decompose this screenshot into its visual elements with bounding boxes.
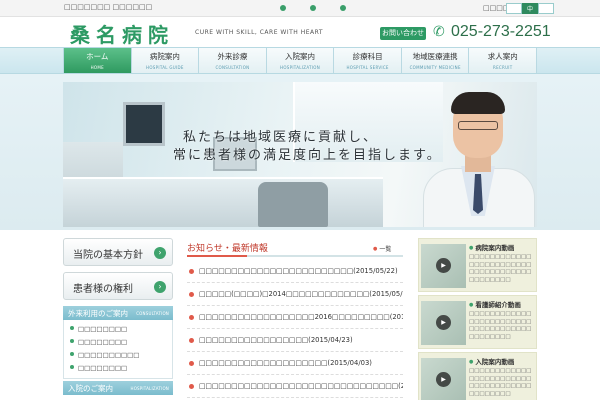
- play-icon[interactable]: ▶: [436, 372, 451, 387]
- hero-desk: [63, 177, 383, 227]
- hero-image: 私たちは地域医療に貢献し、 常に患者様の満足度向上を目指します。: [63, 82, 537, 227]
- nav-sublabel: HOME: [90, 65, 104, 70]
- news-list: □□□□□□□□□□□□□□□□□□□□□□□□(2015/05/22) □□□…: [187, 260, 403, 398]
- font-size-switcher: 中: [506, 3, 554, 14]
- pill-label: 当院の基本方針: [73, 250, 143, 261]
- news-item[interactable]: □□□□□□□□□□□□□□□□□□□□□□□□(2015/05/22): [187, 260, 403, 283]
- section-title: 入院のご案内: [68, 384, 113, 393]
- video-title: 病院案内動画: [469, 242, 514, 252]
- nav-item-community-medicine[interactable]: 地域医療連携 COMMUNITY MEDICINE: [401, 48, 470, 73]
- nav-sublabel: RECRUIT: [492, 65, 513, 70]
- phone-number: 025-273-2251: [451, 23, 551, 40]
- news-list-link[interactable]: 一覧: [373, 244, 391, 253]
- nav-label: 病院案内: [149, 52, 180, 61]
- doctor-glasses: [458, 121, 498, 130]
- nav-label: ホーム: [86, 52, 109, 61]
- doctor-photo: [415, 88, 537, 227]
- news-item[interactable]: □□□□□□□□□□□□□□□□□□□□□□□□□□□□□□□(2015/04/…: [187, 375, 403, 398]
- left-sidebar: 当院の基本方針 › 患者様の権利 › 外来利用のご案内 CONSULTATION…: [63, 238, 173, 395]
- video-sidebar: ▶ 病院案内動画 □□□□□□□□□□□□□□□□□□□□□□□□□□□□□□□…: [418, 238, 537, 400]
- video-card-nurse-intro[interactable]: ▶ 看護師紹介動画 □□□□□□□□□□□□□□□□□□□□□□□□□□□□□□…: [418, 295, 537, 349]
- arrow-right-icon: ›: [154, 281, 166, 293]
- nav-item-recruit[interactable]: 求人案内 RECRUIT: [469, 48, 538, 73]
- topbar-dot-3[interactable]: [340, 5, 346, 11]
- hero-band: 私たちは地域医療に貢献し、 常に患者様の満足度向上を目指します。: [0, 74, 600, 230]
- play-icon[interactable]: ▶: [436, 258, 451, 273]
- nav-item-hospitalization[interactable]: 入院案内 HOSPITALIZATION: [266, 48, 335, 73]
- main-nav: ホーム HOME 病院案内 HOSPITAL GUIDE 外来診療 CONSULTAT…: [63, 48, 538, 73]
- patient-rights-button[interactable]: 患者様の権利 ›: [63, 272, 173, 300]
- font-size-large-button[interactable]: [538, 3, 554, 14]
- news-divider: [187, 255, 403, 257]
- hero-message: 私たちは地域医療に貢献し、 常に患者様の満足度向上を目指します。: [173, 129, 442, 165]
- topbar-dot-1[interactable]: [280, 5, 286, 11]
- list-item[interactable]: □□□□□□□□: [70, 362, 172, 375]
- hero-line-2: 常に患者様の満足度向上を目指します。: [173, 148, 442, 163]
- outpatient-guide-heading: 外来利用のご案内 CONSULTATION: [63, 306, 173, 320]
- site-logo[interactable]: 桑名病院: [70, 19, 174, 48]
- video-title: 入院案内動画: [469, 356, 514, 366]
- list-item[interactable]: □□□□□□□□: [70, 323, 172, 336]
- nav-sublabel: CONSULTATION: [215, 65, 250, 70]
- nav-item-hospital-guide[interactable]: 病院案内 HOSPITAL GUIDE: [131, 48, 200, 73]
- doctor-hair: [451, 92, 505, 114]
- topbar-text: □□□□□□□ □□□□□□: [64, 3, 153, 11]
- play-icon[interactable]: ▶: [436, 315, 451, 330]
- hero-monitor: [123, 102, 165, 146]
- list-item[interactable]: □□□□□□□□□□: [70, 349, 172, 362]
- news-title: お知らせ・最新情報: [187, 244, 268, 254]
- font-size-medium-button[interactable]: 中: [522, 3, 538, 14]
- nav-label: 外来診療: [217, 52, 248, 61]
- nav-sublabel: COMMUNITY MEDICINE: [409, 65, 461, 70]
- basic-policy-button[interactable]: 当院の基本方針 ›: [63, 238, 173, 266]
- list-item[interactable]: □□□□□□□□: [70, 336, 172, 349]
- nav-sublabel: HOSPITAL SERVICE: [346, 65, 389, 70]
- section-subtitle: CONSULTATION: [136, 311, 169, 316]
- topbar-dots: [280, 5, 346, 11]
- nav-item-home[interactable]: ホーム HOME: [63, 48, 132, 73]
- inpatient-guide-heading: 入院のご案内 HOSPITALIZATION: [63, 381, 173, 395]
- video-thumbnail[interactable]: ▶: [421, 301, 466, 345]
- news-item[interactable]: □□□□□□□□□□□□□□□□□(2015/04/23): [187, 329, 403, 352]
- phone-icon: ✆: [433, 24, 445, 40]
- top-utility-bar: □□□□□□□ □□□□□□ □□□□□□□ 中: [0, 0, 600, 17]
- nav-label: 入院案内: [285, 52, 316, 61]
- arrow-right-icon: ›: [154, 247, 166, 259]
- outpatient-guide-list: □□□□□□□□ □□□□□□□□ □□□□□□□□□□ □□□□□□□□: [63, 320, 173, 379]
- topbar-dot-2[interactable]: [310, 5, 316, 11]
- nav-label: 診療科目: [352, 52, 383, 61]
- news-item[interactable]: □□□□□(□□□□)□2014□□□□□□□□□□□□□(2015/05/08…: [187, 283, 403, 306]
- nav-item-consultation[interactable]: 外来診療 CONSULTATION: [199, 48, 267, 73]
- news-item[interactable]: □□□□□□□□□□□□□□□□□□2016□□□□□□□□□(2015/04/…: [187, 306, 403, 329]
- news-item[interactable]: □□□□□□□□□□□□□□□□□□□□(2015/04/03): [187, 352, 403, 375]
- contact-button[interactable]: お問い合わせ: [380, 27, 426, 40]
- video-title: 看護師紹介動画: [469, 299, 521, 309]
- video-card-hospitalization[interactable]: ▶ 入院案内動画 □□□□□□□□□□□□□□□□□□□□□□□□□□□□□□□…: [418, 352, 537, 400]
- site-header: 桑名病院 CURE WITH SKILL, CARE WITH HEART お問…: [0, 17, 600, 47]
- video-description: □□□□□□□□□□□□□□□□□□□□□□□□□□□□□□□□□□□□□□□□…: [469, 311, 532, 340]
- font-size-small-button[interactable]: [506, 3, 522, 14]
- video-card-hospital-guide[interactable]: ▶ 病院案内動画 □□□□□□□□□□□□□□□□□□□□□□□□□□□□□□□…: [418, 238, 537, 292]
- hero-chair: [258, 182, 328, 227]
- section-title: 外来利用のご案内: [68, 309, 128, 318]
- video-description: □□□□□□□□□□□□□□□□□□□□□□□□□□□□□□□□□□□□□□□□…: [469, 254, 532, 283]
- video-thumbnail[interactable]: ▶: [421, 358, 466, 400]
- site-tagline: CURE WITH SKILL, CARE WITH HEART: [195, 29, 323, 36]
- pill-label: 患者様の権利: [73, 284, 133, 295]
- nav-label: 求人案内: [487, 52, 518, 61]
- video-thumbnail[interactable]: ▶: [421, 244, 466, 288]
- nav-label: 地域医療連携: [412, 52, 458, 61]
- nav-sublabel: HOSPITALIZATION: [280, 65, 321, 70]
- hero-line-1: 私たちは地域医療に貢献し、: [183, 130, 379, 145]
- nav-item-hospital-service[interactable]: 診療科目 HOSPITAL SERVICE: [334, 48, 402, 73]
- nav-sublabel: HOSPITAL GUIDE: [146, 65, 184, 70]
- section-subtitle: HOSPITALIZATION: [130, 386, 169, 391]
- video-description: □□□□□□□□□□□□□□□□□□□□□□□□□□□□□□□□□□□□□□□□…: [469, 368, 532, 397]
